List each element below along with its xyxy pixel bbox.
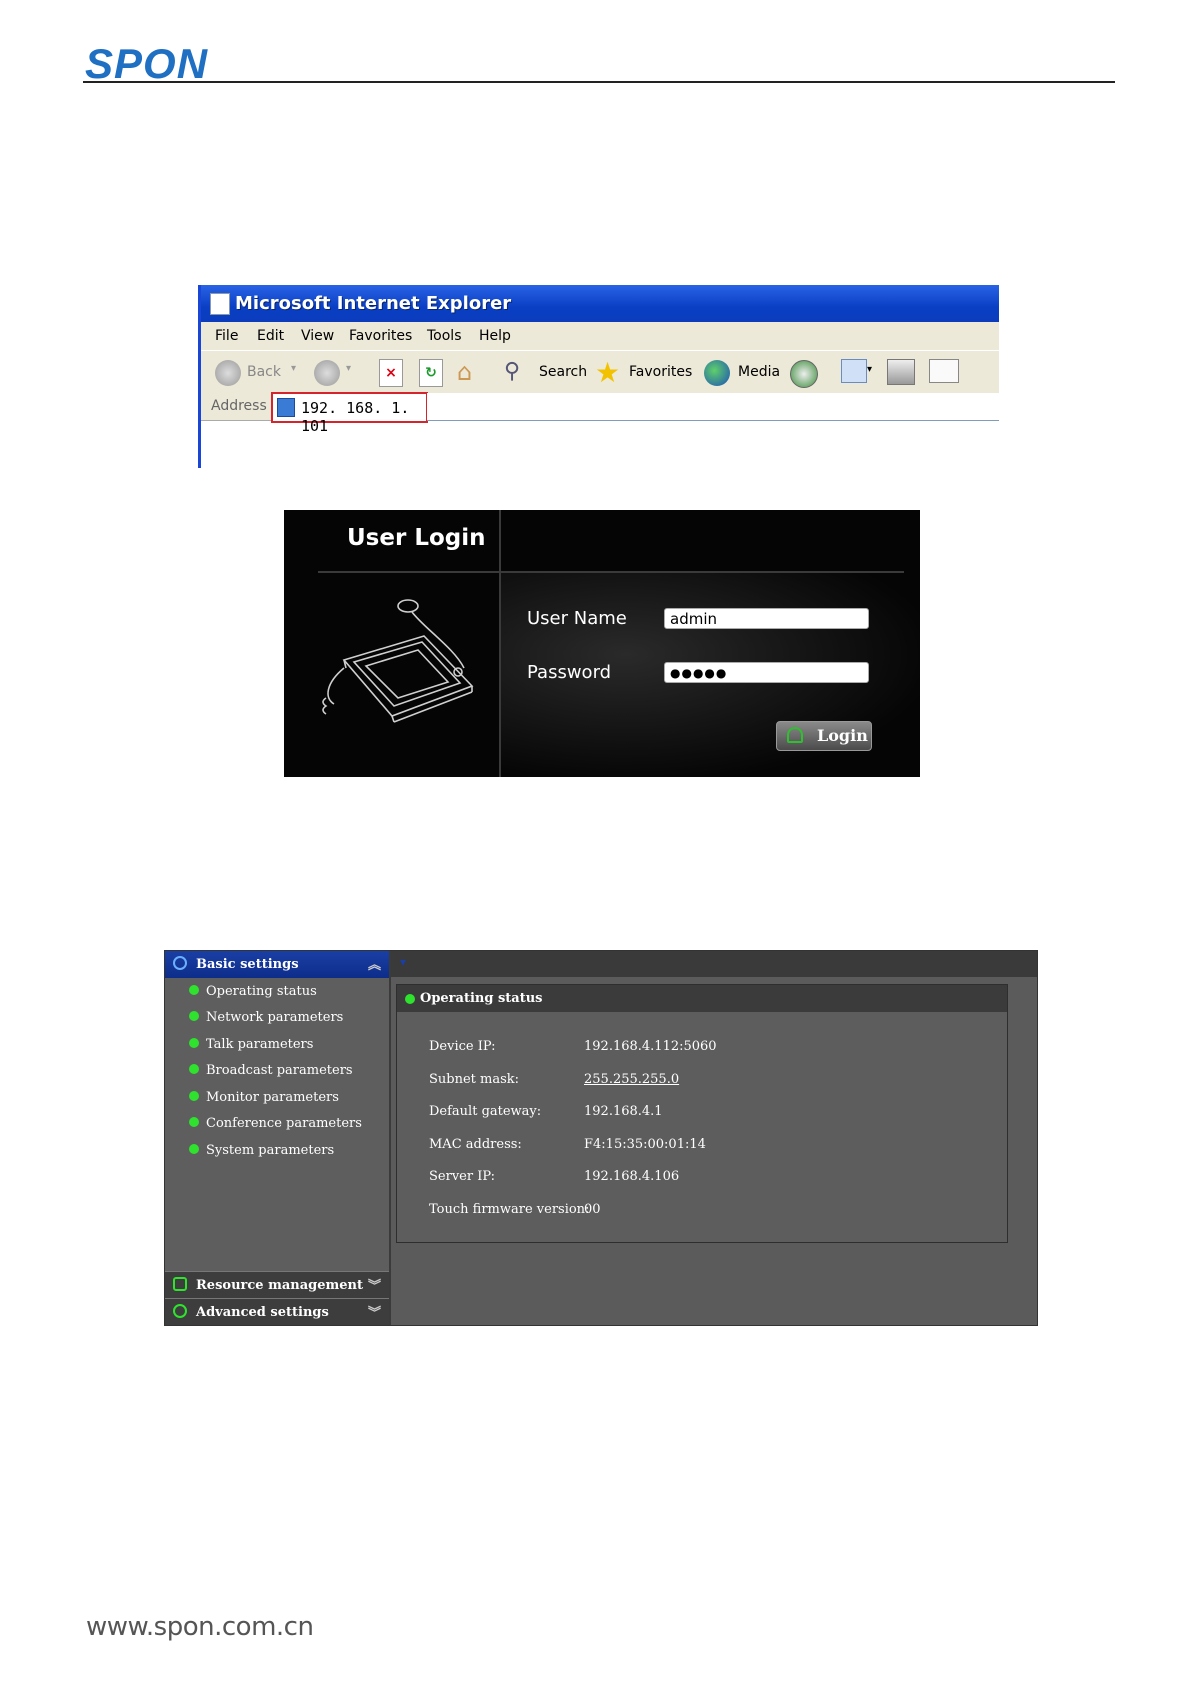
sidebar-header-basic-settings[interactable]: Basic settings ︽ bbox=[165, 951, 389, 978]
favorites-star-icon[interactable]: ★ bbox=[595, 356, 620, 389]
menu-tools[interactable]: Tools bbox=[427, 328, 462, 344]
subnet-mask-label: Subnet mask: bbox=[429, 1072, 520, 1087]
address-input[interactable]: 192. 168. 1. 101 bbox=[271, 392, 428, 435]
sidebar-item-network-parameters[interactable]: Network parameters bbox=[189, 1010, 343, 1025]
settings-sidebar: Basic settings ︽ Operating status Networ… bbox=[165, 951, 391, 1325]
operating-status-panel: Operating status Device IP: 192.168.4.11… bbox=[396, 984, 1008, 1243]
forward-arrow-icon[interactable] bbox=[314, 360, 340, 386]
back-button-label[interactable]: Back bbox=[247, 364, 281, 380]
login-horizontal-divider bbox=[318, 571, 904, 573]
sidebar-item-system-parameters[interactable]: System parameters bbox=[189, 1143, 334, 1158]
sidebar-item-monitor-parameters[interactable]: Monitor parameters bbox=[189, 1090, 339, 1105]
default-gateway-label: Default gateway: bbox=[429, 1104, 542, 1119]
address-value[interactable]: 192. 168. 1. 101 bbox=[301, 399, 426, 435]
address-field-rest[interactable] bbox=[427, 393, 999, 421]
default-gateway-value: 192.168.4.1 bbox=[584, 1104, 663, 1119]
username-input[interactable]: admin bbox=[664, 608, 869, 629]
device-ip-label: Device IP: bbox=[429, 1039, 496, 1054]
sidebar-item-broadcast-parameters[interactable]: Broadcast parameters bbox=[189, 1063, 353, 1078]
status-dot-icon bbox=[189, 1117, 199, 1127]
mac-address-label: MAC address: bbox=[429, 1137, 522, 1152]
resource-icon bbox=[173, 1277, 187, 1291]
mac-address-value: F4:15:35:00:01:14 bbox=[584, 1137, 706, 1152]
touch-firmware-value: 00 bbox=[584, 1202, 601, 1217]
ie-title: Microsoft Internet Explorer bbox=[235, 293, 512, 314]
search-icon[interactable]: ⚲ bbox=[504, 359, 520, 384]
ie-address-bar: Address 192. 168. 1. 101 bbox=[201, 392, 999, 435]
forward-dropdown-icon[interactable]: ▾ bbox=[346, 363, 351, 374]
sidebar-header-advanced-settings[interactable]: Advanced settings ︾ bbox=[165, 1298, 389, 1325]
refresh-icon[interactable]: ↻ bbox=[419, 359, 443, 387]
sidebar-item-operating-status[interactable]: Operating status bbox=[189, 984, 317, 999]
history-icon[interactable] bbox=[790, 360, 818, 388]
sidebar-title: Basic settings bbox=[196, 957, 299, 972]
expand-down-icon[interactable]: ︾ bbox=[368, 1275, 381, 1294]
collapse-up-icon[interactable]: ︽ bbox=[368, 954, 381, 973]
touch-firmware-label: Touch firmware version: bbox=[429, 1202, 590, 1217]
footer-website: www.spon.com.cn bbox=[86, 1612, 314, 1642]
password-input[interactable]: ●●●●● bbox=[664, 662, 869, 683]
mail-dropdown-icon[interactable]: ▾ bbox=[867, 364, 872, 375]
login-title: User Login bbox=[347, 525, 486, 551]
login-button-label: Login bbox=[817, 726, 868, 745]
favorites-button-label[interactable]: Favorites bbox=[629, 364, 692, 380]
status-dot-icon bbox=[189, 1038, 199, 1048]
edit-icon[interactable] bbox=[929, 359, 959, 383]
server-ip-label: Server IP: bbox=[429, 1169, 495, 1184]
menu-help[interactable]: Help bbox=[479, 328, 511, 344]
expand-down-icon[interactable]: ︾ bbox=[368, 1302, 381, 1321]
login-vertical-divider bbox=[499, 510, 501, 777]
mail-icon[interactable] bbox=[841, 359, 867, 383]
settings-panel: Basic settings ︽ Operating status Networ… bbox=[164, 950, 1038, 1326]
status-title: Operating status bbox=[420, 991, 543, 1006]
menu-file[interactable]: File bbox=[215, 328, 238, 344]
page-icon bbox=[277, 398, 295, 417]
login-button[interactable]: Login bbox=[776, 721, 872, 751]
media-globe-icon[interactable] bbox=[704, 360, 730, 386]
menu-favorites[interactable]: Favorites bbox=[349, 328, 412, 344]
ie-toolbar: Back ▾ ▾ × ↻ ⌂ ⚲ Search ★ Favorites Medi… bbox=[201, 350, 999, 393]
status-dot-icon bbox=[189, 1144, 199, 1154]
subnet-mask-value: 255.255.255.0 bbox=[584, 1072, 680, 1087]
sidebar-header-resource-management[interactable]: Resource management ︾ bbox=[165, 1271, 389, 1298]
gear-icon bbox=[173, 956, 187, 970]
print-icon[interactable] bbox=[887, 359, 915, 385]
status-dot-icon bbox=[189, 985, 199, 995]
server-ip-value: 192.168.4.106 bbox=[584, 1169, 680, 1184]
menu-edit[interactable]: Edit bbox=[257, 328, 284, 344]
content-top-bar: ▾ bbox=[391, 951, 1037, 977]
wrench-icon bbox=[173, 1304, 187, 1318]
password-label: Password bbox=[527, 662, 612, 683]
ie-window: Microsoft Internet Explorer File Edit Vi… bbox=[198, 285, 999, 468]
search-button-label[interactable]: Search bbox=[539, 364, 587, 380]
status-dot-icon bbox=[189, 1011, 199, 1021]
ie-menu-bar: File Edit View Favorites Tools Help bbox=[201, 322, 999, 350]
address-label: Address bbox=[211, 398, 267, 414]
username-label: User Name bbox=[527, 608, 627, 629]
media-button-label[interactable]: Media bbox=[738, 364, 780, 380]
menu-arrow-icon[interactable]: ▾ bbox=[400, 955, 406, 969]
back-arrow-icon[interactable] bbox=[215, 360, 241, 386]
user-icon bbox=[787, 727, 803, 743]
login-panel: User Login User Name admin Password ●●●●… bbox=[284, 510, 920, 777]
header-divider bbox=[83, 81, 1115, 83]
operating-status-header: Operating status bbox=[397, 985, 1007, 1012]
status-dot-icon bbox=[189, 1091, 199, 1101]
ie-title-bar: Microsoft Internet Explorer bbox=[201, 285, 999, 322]
sidebar-item-talk-parameters[interactable]: Talk parameters bbox=[189, 1037, 313, 1052]
status-dot-icon bbox=[405, 994, 415, 1004]
status-dot-icon bbox=[189, 1064, 199, 1074]
back-dropdown-icon[interactable]: ▾ bbox=[291, 363, 296, 374]
paging-console-illustration bbox=[322, 599, 474, 723]
menu-view[interactable]: View bbox=[301, 328, 334, 344]
ie-page-icon bbox=[210, 293, 230, 315]
device-ip-value: 192.168.4.112:5060 bbox=[584, 1039, 717, 1054]
sidebar-item-conference-parameters[interactable]: Conference parameters bbox=[189, 1116, 362, 1131]
home-icon[interactable]: ⌂ bbox=[457, 359, 483, 385]
stop-icon[interactable]: × bbox=[379, 359, 403, 387]
